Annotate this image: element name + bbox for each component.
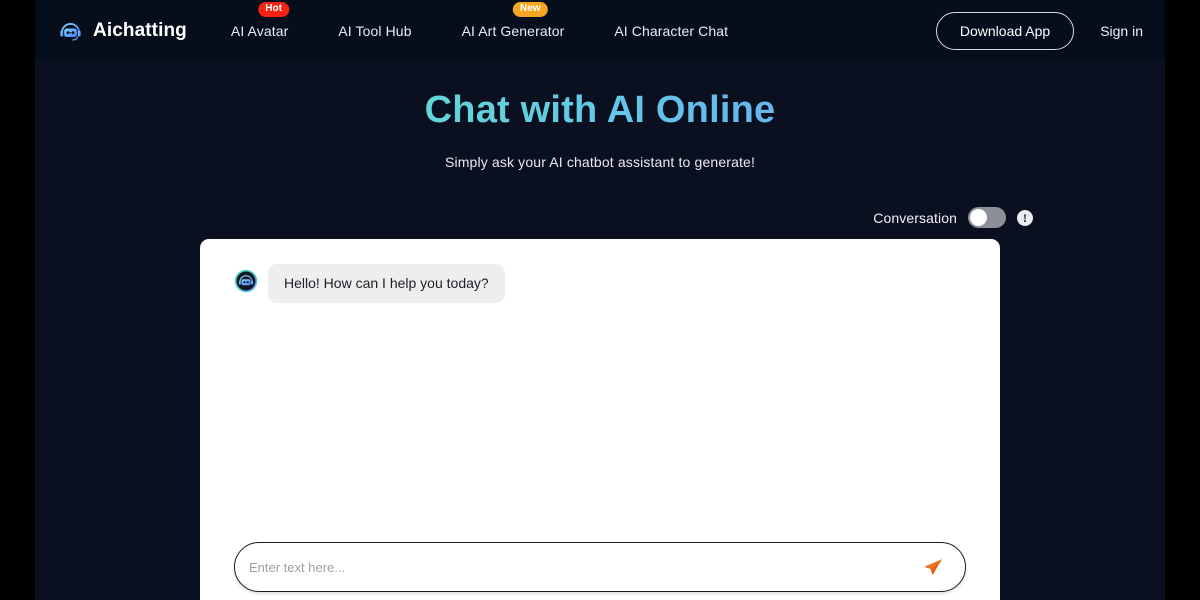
page-content: Aichatting AI Avatar Hot AI Tool Hub AI … [35,0,1165,600]
chat-message: Hello! How can I help you today? [234,264,966,303]
message-bubble: Hello! How can I help you today? [268,264,505,303]
brand-name: Aichatting [93,20,187,41]
chat-input-bar[interactable] [234,542,966,592]
chat-input[interactable] [245,559,921,575]
message-list: Hello! How can I help you today? [200,239,1000,303]
nav-item-ai-art-generator[interactable]: AI Art Generator New [461,2,565,45]
brand-logo-link[interactable]: Aichatting [57,18,187,45]
header-actions: Download App Sign in [935,12,1143,50]
chat-panel: Hello! How can I help you today? [200,239,1000,600]
sign-in-link[interactable]: Sign in [1100,23,1143,39]
nav-badge-hot: Hot [258,2,290,17]
nav-item-label: AI Art Generator [461,23,565,39]
download-app-button[interactable]: Download App [935,12,1075,50]
nav-badge-new: New [512,2,548,17]
hero-section: Chat with AI Online Simply ask your AI c… [35,63,1165,170]
screen: Aichatting AI Avatar Hot AI Tool Hub AI … [0,0,1200,600]
nav-item-label: AI Tool Hub [338,23,412,39]
site-header: Aichatting AI Avatar Hot AI Tool Hub AI … [35,0,1165,63]
send-paper-plane-icon [925,558,943,575]
toggle-knob [970,209,987,226]
nav-item-ai-character-chat[interactable]: AI Character Chat [614,17,728,45]
robot-avatar-icon [234,269,258,293]
conversation-toggle-row: Conversation ! [35,206,1165,230]
nav-item-label: AI Character Chat [614,23,729,39]
conversation-label: Conversation [873,209,957,226]
conversation-toggle[interactable] [968,207,1006,228]
main-nav: AI Avatar Hot AI Tool Hub AI Art Generat… [230,2,936,45]
nav-item-ai-tool-hub[interactable]: AI Tool Hub [338,17,411,45]
chatbot-headset-icon [60,22,81,41]
nav-item-label: AI Avatar [230,23,289,39]
send-button[interactable] [921,554,947,580]
page-subtitle: Simply ask your AI chatbot assistant to … [444,153,756,170]
page-title: Chat with AI Online [35,87,1165,135]
info-exclamation-icon[interactable]: ! [1017,209,1033,226]
nav-item-ai-avatar[interactable]: AI Avatar Hot [230,2,290,45]
